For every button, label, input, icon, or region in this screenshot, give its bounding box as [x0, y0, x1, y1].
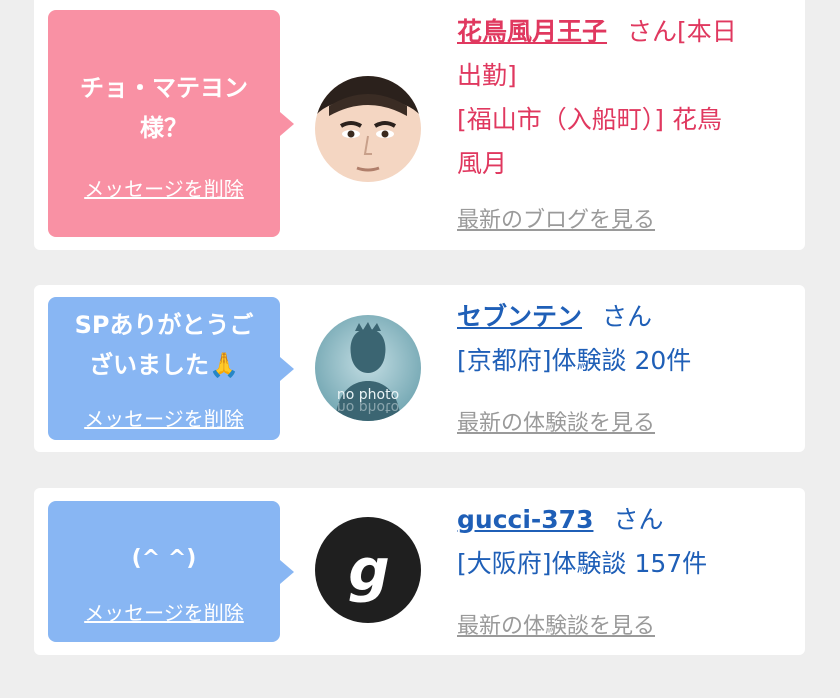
- svg-text:no photo: no photo: [337, 399, 399, 415]
- g-logo-icon: g: [315, 517, 421, 623]
- message-bubble: SPありがとうご ざいました🙏 メッセージを削除: [48, 297, 294, 440]
- profile-desc-line: [大阪府]体験談 157件: [457, 549, 708, 578]
- message-bubble: (^ ^) メッセージを削除: [48, 501, 294, 642]
- honorific: さん: [613, 505, 664, 534]
- profile-info: gucci-373 さん [大阪府]体験談 157件: [457, 498, 787, 586]
- honorific: さん[本日: [627, 17, 737, 46]
- avatar[interactable]: g: [315, 517, 421, 623]
- profile-desc-line: [福山市（入船町）] 花鳥: [457, 105, 722, 134]
- latest-blog-link[interactable]: 最新のブログを見る: [457, 202, 655, 234]
- no-photo-icon: no photo no photo: [315, 315, 421, 421]
- latest-reviews-link[interactable]: 最新の体験談を見る: [457, 608, 655, 640]
- message-card: SPありがとうご ざいました🙏 メッセージを削除 no photo no pho…: [34, 285, 805, 452]
- svg-text:g: g: [348, 536, 390, 604]
- name-line: セブンテン さん: [457, 295, 787, 339]
- profile-desc-line: 出勤]: [457, 61, 517, 90]
- delete-message-link[interactable]: メッセージを削除: [48, 597, 280, 626]
- face-photo-icon: [315, 76, 421, 182]
- profile-desc-line: [京都府]体験談 20件: [457, 346, 692, 375]
- profile-info: 花鳥風月王子 さん[本日 出勤] [福山市（入船町）] 花鳥 風月: [457, 10, 787, 186]
- delete-message-link[interactable]: メッセージを削除: [48, 403, 280, 432]
- honorific: さん: [602, 302, 653, 331]
- profile-info: セブンテン さん [京都府]体験談 20件: [457, 295, 787, 383]
- latest-reviews-link[interactable]: 最新の体験談を見る: [457, 405, 655, 437]
- profile-name-link[interactable]: 花鳥風月王子: [457, 17, 607, 46]
- bubble-message-line: 様？: [140, 114, 188, 142]
- profile-name-link[interactable]: セブンテン: [457, 302, 582, 331]
- message-bubble: チョ・マテヨン 様？ メッセージを削除: [48, 10, 294, 237]
- message-card: チョ・マテヨン 様？ メッセージを削除 花鳥風月王子 さん[本日 出勤] [福山市…: [34, 0, 805, 250]
- avatar[interactable]: [315, 76, 421, 182]
- bubble-message-line: SPありがとうご: [74, 311, 254, 339]
- bubble-message-line: ざいました🙏: [89, 351, 239, 379]
- bubble-message-line: チョ・マテヨン: [80, 74, 248, 102]
- delete-message-link[interactable]: メッセージを削除: [48, 173, 280, 202]
- message-card: (^ ^) メッセージを削除 g gucci-373 さん [大阪府]体験談 15…: [34, 488, 805, 655]
- avatar[interactable]: no photo no photo: [315, 315, 421, 421]
- bubble-message-line: (^ ^): [131, 546, 197, 571]
- name-line: 花鳥風月王子 さん[本日: [457, 10, 787, 54]
- name-line: gucci-373 さん: [457, 498, 787, 542]
- profile-desc-line: 風月: [457, 149, 508, 178]
- profile-name-link[interactable]: gucci-373: [457, 505, 593, 534]
